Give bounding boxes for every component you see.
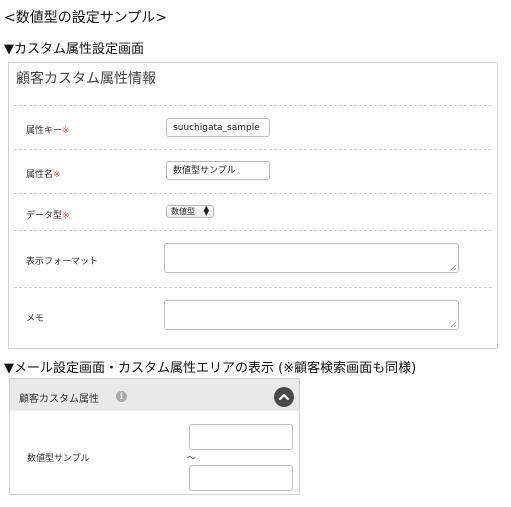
divider <box>14 230 492 231</box>
custom-attribute-area-panel: 顧客カスタム属性 i 数値型サンプル 〜 <box>9 378 300 495</box>
section-heading-attribute-settings: ▼カスタム属性設定画面 <box>4 42 144 57</box>
attribute-name-label: 属性名※ <box>26 167 61 180</box>
divider <box>14 149 492 150</box>
numeric-sample-label: 数値型サンプル <box>27 454 90 464</box>
attribute-key-label-text: 属性キー <box>26 126 63 136</box>
divider <box>14 287 492 288</box>
divider <box>14 105 492 106</box>
attribute-name-input[interactable]: 数値型サンプル <box>166 161 270 180</box>
attribute-name-label-text: 属性名 <box>26 170 54 180</box>
panel-header: 顧客カスタム属性 i <box>10 379 299 411</box>
divider <box>14 193 492 194</box>
data-type-select[interactable]: 数値型 ▲ ▼ <box>166 205 214 218</box>
data-type-label-text: データ型 <box>26 211 63 221</box>
memo-textarea[interactable] <box>164 300 459 330</box>
section-heading-mail-settings: ▼メール設定画面・カスタム属性エリアの表示 (※顧客検索画面も同様) <box>4 361 417 376</box>
info-icon[interactable]: i <box>116 391 127 402</box>
collapse-button[interactable] <box>274 387 294 407</box>
required-mark: ※ <box>62 211 70 221</box>
attribute-key-label: 属性キー※ <box>26 123 70 136</box>
range-min-input[interactable] <box>189 424 293 450</box>
required-mark: ※ <box>53 170 61 180</box>
memo-label: メモ <box>26 314 45 324</box>
panel-title: 顧客カスタム属性 <box>19 394 99 405</box>
range-max-input[interactable] <box>189 465 293 491</box>
chevron-up-icon <box>279 394 289 400</box>
attribute-key-input[interactable]: suuchigata_sample <box>166 118 270 137</box>
resize-grip-icon[interactable] <box>450 264 456 270</box>
required-mark: ※ <box>62 126 70 136</box>
page-title: <数値型の設定サンプル> <box>4 10 168 26</box>
data-type-label: データ型※ <box>26 208 70 221</box>
range-separator: 〜 <box>187 454 197 464</box>
select-arrows-icon: ▲ ▼ <box>203 204 209 217</box>
data-type-selected-value: 数値型 <box>171 207 195 216</box>
display-format-textarea[interactable] <box>164 243 459 273</box>
resize-grip-icon[interactable] <box>450 321 456 327</box>
panel-title: 顧客カスタム属性情報 <box>16 71 156 87</box>
display-format-label: 表示フォーマット <box>26 257 99 267</box>
custom-attribute-settings-panel: 顧客カスタム属性情報 属性キー※ suuchigata_sample 属性名※ … <box>8 62 498 349</box>
